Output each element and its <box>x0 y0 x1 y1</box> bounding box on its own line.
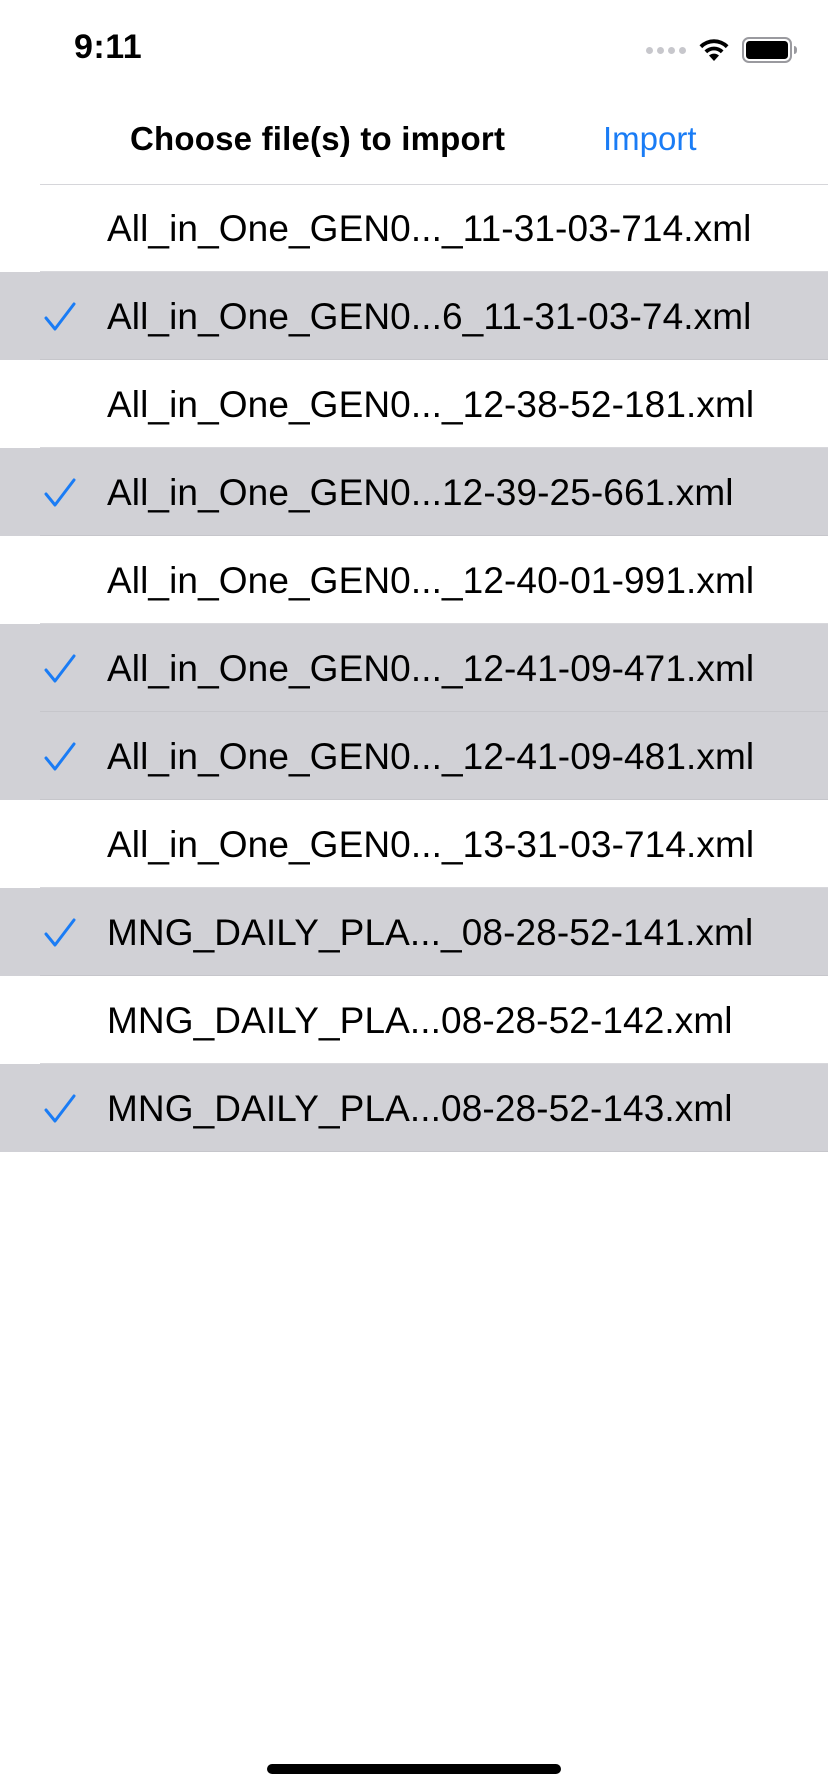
file-row[interactable]: All_in_One_GEN0...12-39-25-661.xml <box>0 448 828 536</box>
nav-bar: Choose file(s) to import Import <box>40 110 828 185</box>
file-list: All_in_One_GEN0..._11-31-03-714.xml All_i… <box>0 184 828 1152</box>
file-row[interactable]: MNG_DAILY_PLA..._08-28-52-141.xml <box>0 888 828 976</box>
checkmark-icon <box>44 478 76 507</box>
page-title: Choose file(s) to import <box>130 120 506 157</box>
file-row[interactable]: All_in_One_GEN0..._13-31-03-714.xml <box>0 800 828 888</box>
file-name: All_in_One_GEN0..._13-31-03-714.xml <box>107 824 755 865</box>
file-name: All_in_One_GEN0...6_11-31-03-74.xml <box>107 296 752 337</box>
file-name: MNG_DAILY_PLA...08-28-52-142.xml <box>107 1000 733 1041</box>
file-name: All_in_One_GEN0..._12-41-09-481.xml <box>107 736 755 777</box>
signal-icon <box>646 46 686 54</box>
status-icons <box>646 34 798 66</box>
file-name: MNG_DAILY_PLA...08-28-52-143.xml <box>107 1088 733 1129</box>
file-row[interactable]: All_in_One_GEN0...6_11-31-03-74.xml <box>0 272 828 360</box>
file-row[interactable]: All_in_One_GEN0..._12-40-01-991.xml <box>0 536 828 624</box>
row-separator <box>40 1151 828 1152</box>
status-bar: 9:11 <box>0 0 828 100</box>
checkmark-icon <box>44 742 76 771</box>
file-row[interactable]: All_in_One_GEN0..._12-41-09-471.xml <box>0 624 828 712</box>
status-time: 9:11 <box>74 28 143 66</box>
file-name: MNG_DAILY_PLA..._08-28-52-141.xml <box>107 912 754 953</box>
file-row[interactable]: All_in_One_GEN0..._12-41-09-481.xml <box>0 712 828 800</box>
file-name: All_in_One_GEN0...12-39-25-661.xml <box>107 472 734 513</box>
file-name: All_in_One_GEN0..._12-38-52-181.xml <box>107 384 755 425</box>
checkmark-icon <box>44 654 76 683</box>
home-indicator[interactable] <box>267 1764 561 1774</box>
checkmark-icon <box>44 302 76 331</box>
wifi-icon <box>699 39 729 61</box>
battery-icon <box>742 37 797 63</box>
import-button[interactable]: Import <box>603 120 697 158</box>
file-name: All_in_One_GEN0..._12-40-01-991.xml <box>107 560 755 601</box>
file-name: All_in_One_GEN0..._12-41-09-471.xml <box>107 648 755 689</box>
file-row[interactable]: MNG_DAILY_PLA...08-28-52-143.xml <box>0 1064 828 1152</box>
checkmark-icon <box>44 918 76 947</box>
file-row[interactable]: All_in_One_GEN0..._12-38-52-181.xml <box>0 360 828 448</box>
file-name: All_in_One_GEN0..._11-31-03-714.xml <box>107 208 752 249</box>
file-row[interactable]: All_in_One_GEN0..._11-31-03-714.xml <box>0 184 828 272</box>
checkmark-icon <box>44 1094 76 1123</box>
file-row[interactable]: MNG_DAILY_PLA...08-28-52-142.xml <box>0 976 828 1064</box>
